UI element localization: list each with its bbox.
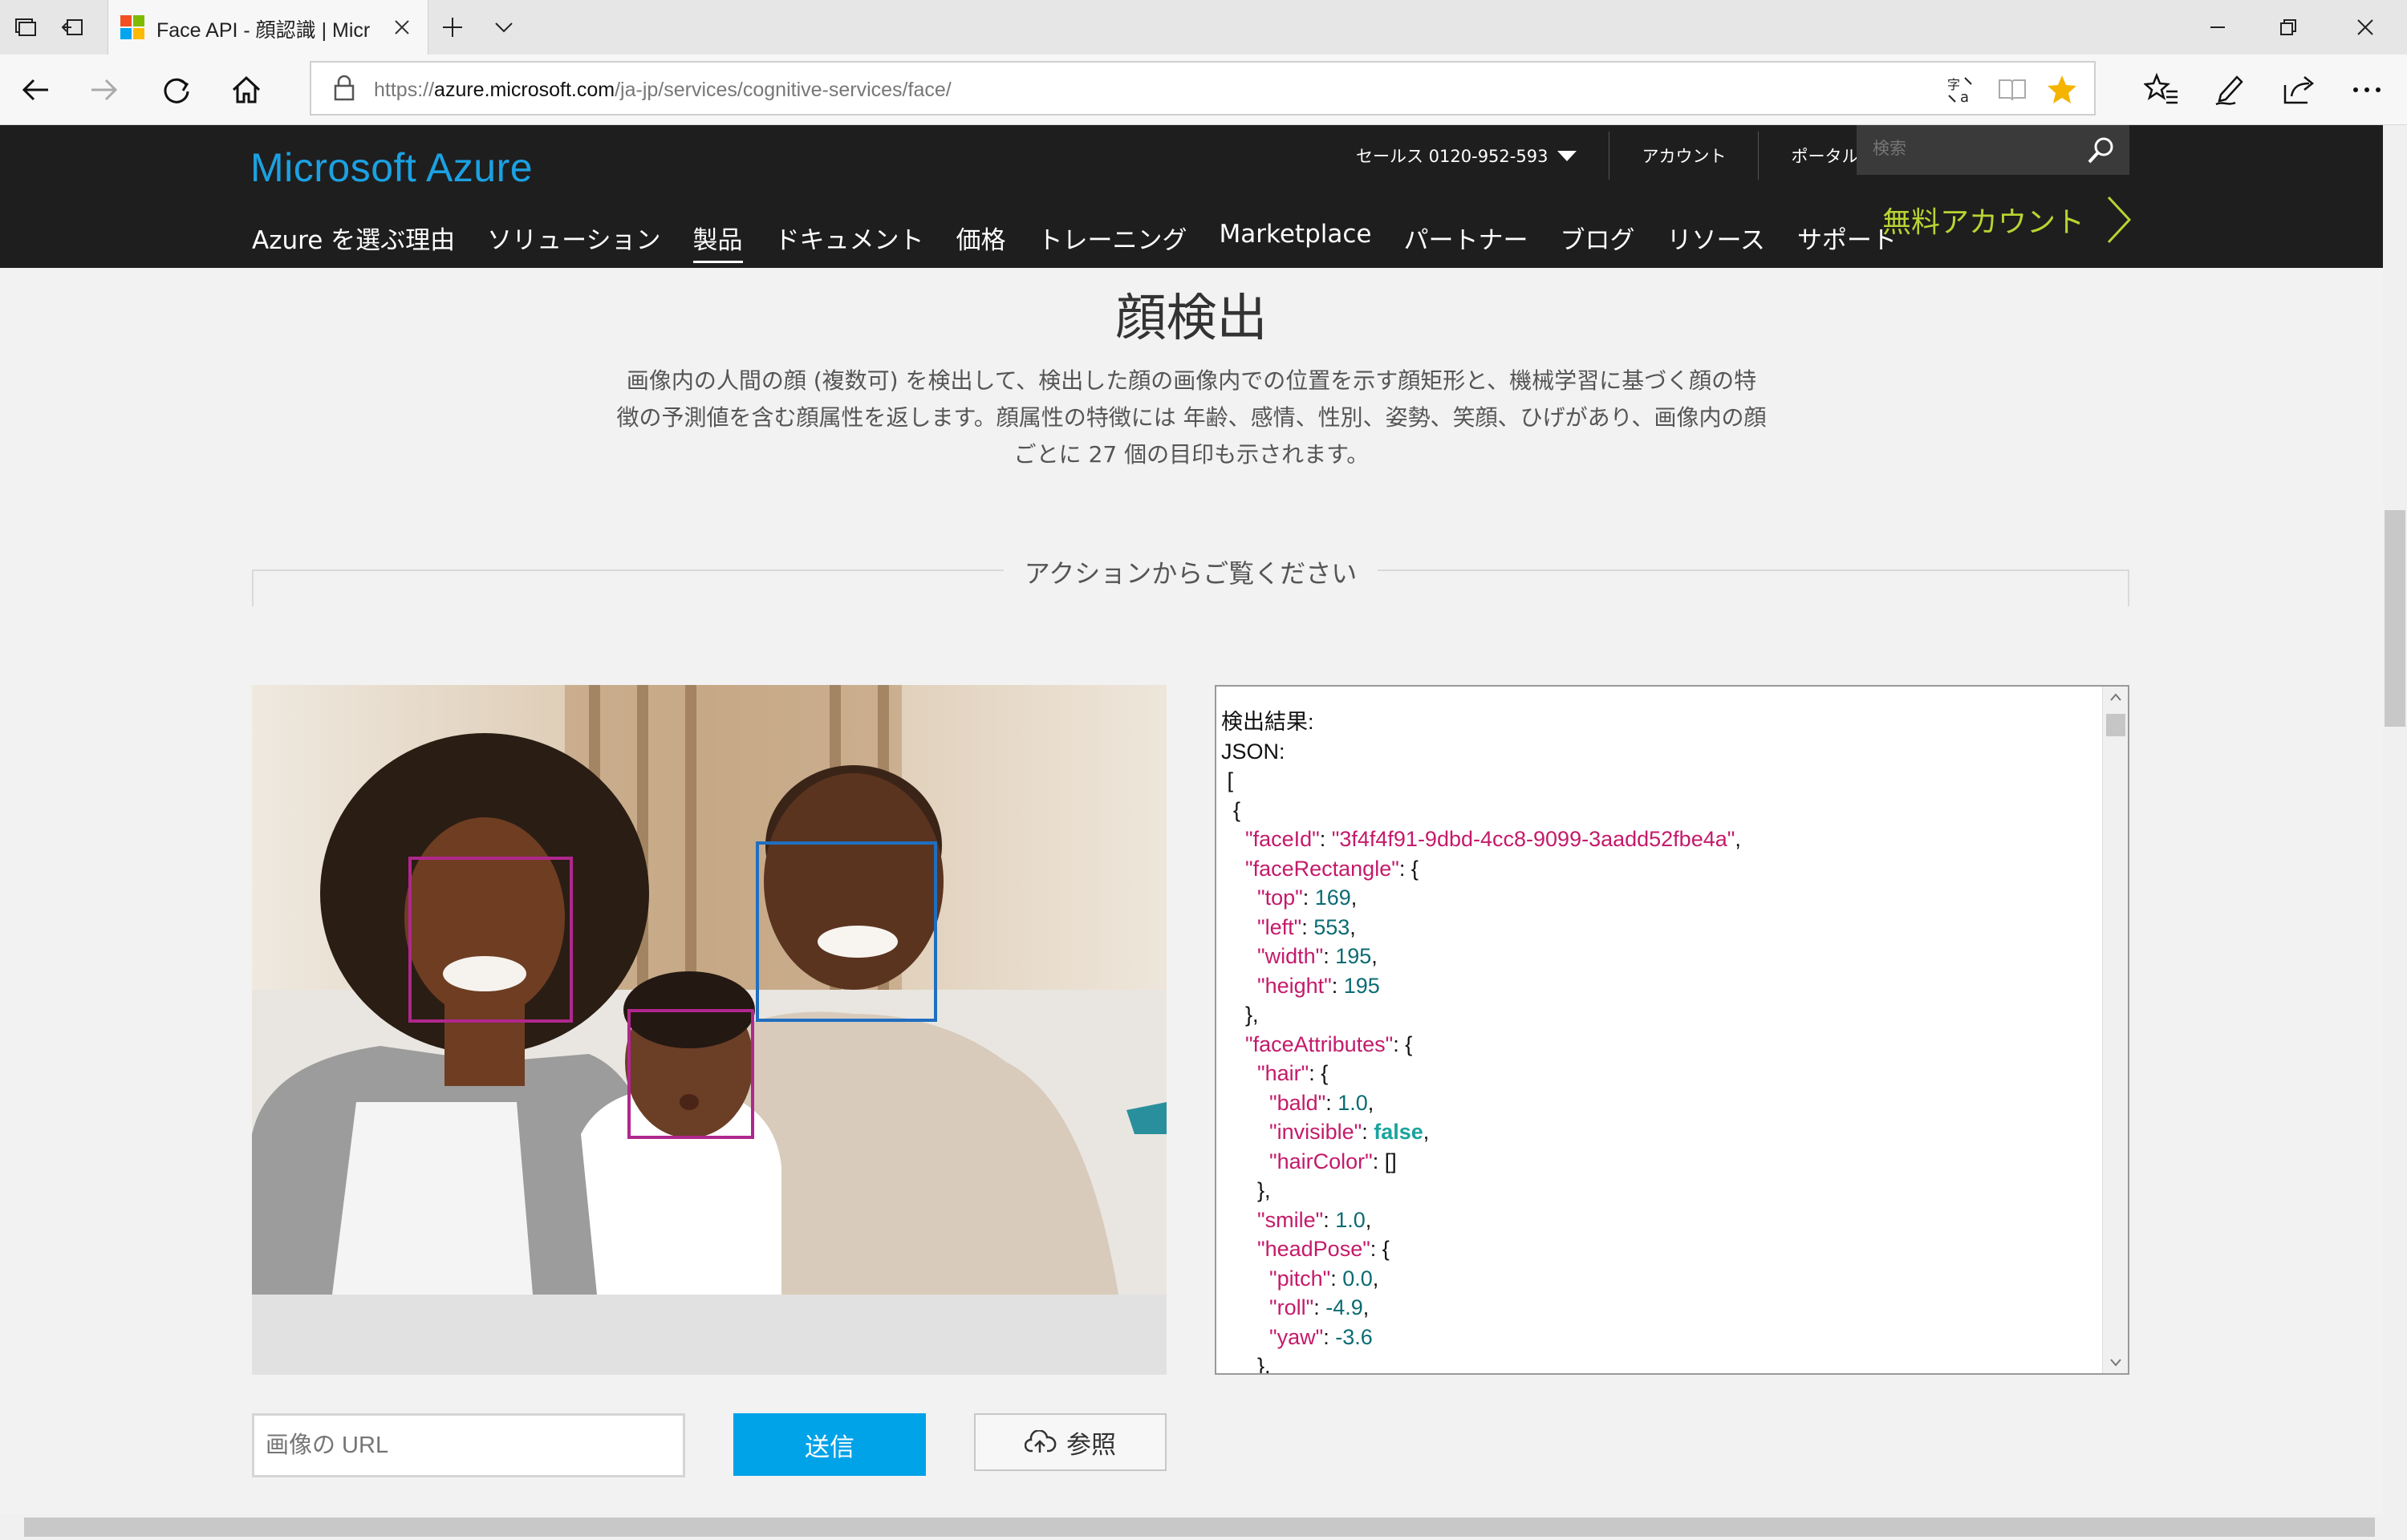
brand-logo[interactable]: Microsoft Azure (250, 144, 533, 191)
url-text: https://azure.microsoft.com/ja-jp/servic… (374, 79, 952, 101)
sales-phone-link[interactable]: セールス 0120-952-593 (1324, 132, 1610, 180)
nav-item-blog[interactable]: ブログ (1560, 220, 1634, 263)
reading-view-icon[interactable] (1995, 72, 2030, 107)
description-line: ごとに 27 個の目印も示されます。 (1013, 441, 1370, 468)
share-icon[interactable] (2279, 69, 2320, 111)
face-box-baby (627, 1009, 754, 1139)
address-row: https://azure.microsoft.com/ja-jp/servic… (0, 55, 2407, 125)
address-bar[interactable]: https://azure.microsoft.com/ja-jp/servic… (310, 61, 2096, 116)
lock-icon (334, 75, 355, 101)
close-window-icon[interactable] (2324, 0, 2407, 55)
json-result-code: 検出結果: JSON: [ { "faceId": "3f4f4f91-9dbd… (1221, 710, 1741, 1375)
result-label: 検出結果: (1221, 710, 1314, 734)
page-description: 画像内の人間の顔 (複数可) を検出して、検出した顔の画像内での位置を示す顔矩形… (562, 363, 1821, 473)
face-box-woman (408, 857, 573, 1023)
utility-links: セールス 0120-952-593 アカウント ポータル (1324, 132, 1890, 180)
account-link[interactable]: アカウント (1609, 132, 1760, 180)
invisible-value: false (1374, 1120, 1423, 1144)
sample-face-photo (252, 685, 1167, 1295)
smile-value: 1.0 (1335, 1207, 1366, 1232)
action-heading-frame: アクションからご覧ください (252, 553, 2129, 606)
image-url-input[interactable] (252, 1413, 685, 1477)
nav-item-resources[interactable]: リソース (1666, 220, 1764, 263)
svg-text:a: a (1960, 89, 1969, 105)
nav-item-documentation[interactable]: ドキュメント (775, 220, 924, 263)
pitch-value: 0.0 (1342, 1266, 1373, 1291)
yaw-value: -3.6 (1335, 1324, 1373, 1349)
rect-top-value: 169 (1314, 886, 1351, 910)
favorites-hub-icon[interactable] (2141, 69, 2182, 111)
sales-phone-label: セールス 0120-952-593 (1356, 147, 1549, 166)
minimize-icon[interactable] (2182, 0, 2253, 55)
chevron-right-icon[interactable] (2102, 194, 2134, 245)
rect-left-value: 553 (1313, 914, 1350, 939)
result-scrollbar[interactable] (2102, 687, 2128, 1373)
send-button[interactable]: 送信 (733, 1413, 926, 1476)
more-options-icon[interactable] (2346, 69, 2388, 111)
bald-value: 1.0 (1337, 1090, 1368, 1115)
back-arrow-icon[interactable] (16, 71, 55, 109)
nav-item-pricing[interactable]: 価格 (956, 220, 1006, 263)
favorite-star-icon[interactable] (2044, 72, 2080, 107)
forward-arrow-icon[interactable] (85, 71, 124, 109)
site-header: Microsoft Azure セールス 0120-952-593 アカウント … (0, 125, 2383, 268)
nav-item-training[interactable]: トレーニング (1038, 220, 1187, 263)
pen-notes-icon[interactable] (2210, 69, 2251, 111)
browse-button-label: 参照 (1066, 1430, 1116, 1459)
detection-result-panel: 検出結果: JSON: [ { "faceId": "3f4f4f91-9dbd… (1215, 685, 2129, 1375)
rect-width-value: 195 (1335, 944, 1372, 968)
microsoft-logo-icon (120, 15, 144, 39)
cloud-upload-icon (1025, 1430, 1057, 1453)
page-horizontal-scroll-thumb[interactable] (24, 1518, 2375, 1537)
nav-item-solutions[interactable]: ソリューション (487, 220, 660, 263)
face-id-value: 3f4f4f91-9dbd-4cc8-9099-3aadd52fbe4a (1339, 827, 1727, 851)
json-label: JSON: (1221, 739, 1285, 764)
tab-title: Face API - 顔認識 | Micr (156, 19, 371, 42)
nav-item-partners[interactable]: パートナー (1403, 220, 1528, 263)
scroll-up-icon[interactable] (2109, 691, 2122, 703)
home-icon[interactable] (227, 71, 266, 109)
dropdown-triangle-icon (1557, 151, 1577, 161)
action-heading: アクションからご覧ください (252, 553, 2129, 590)
free-account-link[interactable]: 無料アカウント (1882, 199, 2084, 241)
new-tab-icon[interactable] (436, 11, 469, 43)
translate-icon[interactable]: 字a (1943, 72, 1979, 107)
rect-height-value: 195 (1343, 973, 1380, 998)
page-title: 顔検出 (1115, 289, 1268, 347)
page-vertical-scroll-thumb[interactable] (2385, 510, 2405, 727)
roll-value: -4.9 (1325, 1295, 1363, 1319)
svg-text:字: 字 (1947, 77, 1960, 92)
tab-list-chevron-icon[interactable] (488, 11, 520, 43)
browser-tab-bar: Face API - 顔認識 | Micr (0, 0, 2407, 55)
search-icon[interactable] (2084, 133, 2118, 167)
close-tab-icon[interactable] (386, 11, 418, 43)
result-scroll-thumb[interactable] (2106, 714, 2125, 736)
main-nav: Azure を選ぶ理由 ソリューション 製品 ドキュメント 価格 トレーニング … (252, 220, 1929, 263)
nav-item-products[interactable]: 製品 (692, 220, 743, 263)
nav-item-why-azure[interactable]: Azure を選ぶ理由 (252, 220, 455, 263)
page-vertical-scrollbar[interactable] (2383, 125, 2407, 1540)
browse-button[interactable]: 参照 (974, 1413, 1167, 1471)
window-controls (2182, 0, 2407, 55)
site-search (1857, 125, 2129, 175)
page-horizontal-scrollbar[interactable] (0, 1514, 2383, 1540)
description-line: 画像内の人間の顔 (複数可) を検出して、検出した顔の画像内での位置を示す顔矩形… (626, 367, 1757, 394)
active-tab[interactable]: Face API - 顔認識 | Micr (108, 0, 428, 55)
tab-preview-icon[interactable] (10, 11, 42, 43)
photo-panel (252, 685, 1167, 1375)
description-line: 徴の予測値を含む顔属性を返します。顔属性の特徴には 年齢、感情、性別、姿勢、笑顔… (616, 404, 1767, 431)
face-box-man (756, 841, 937, 1022)
refresh-icon[interactable] (157, 71, 196, 109)
site-search-input[interactable] (1873, 140, 2081, 159)
scroll-down-icon[interactable] (2109, 1357, 2122, 1368)
set-aside-tabs-icon[interactable] (56, 11, 88, 43)
restore-icon[interactable] (2253, 0, 2324, 55)
nav-item-marketplace[interactable]: Marketplace (1220, 220, 1372, 263)
